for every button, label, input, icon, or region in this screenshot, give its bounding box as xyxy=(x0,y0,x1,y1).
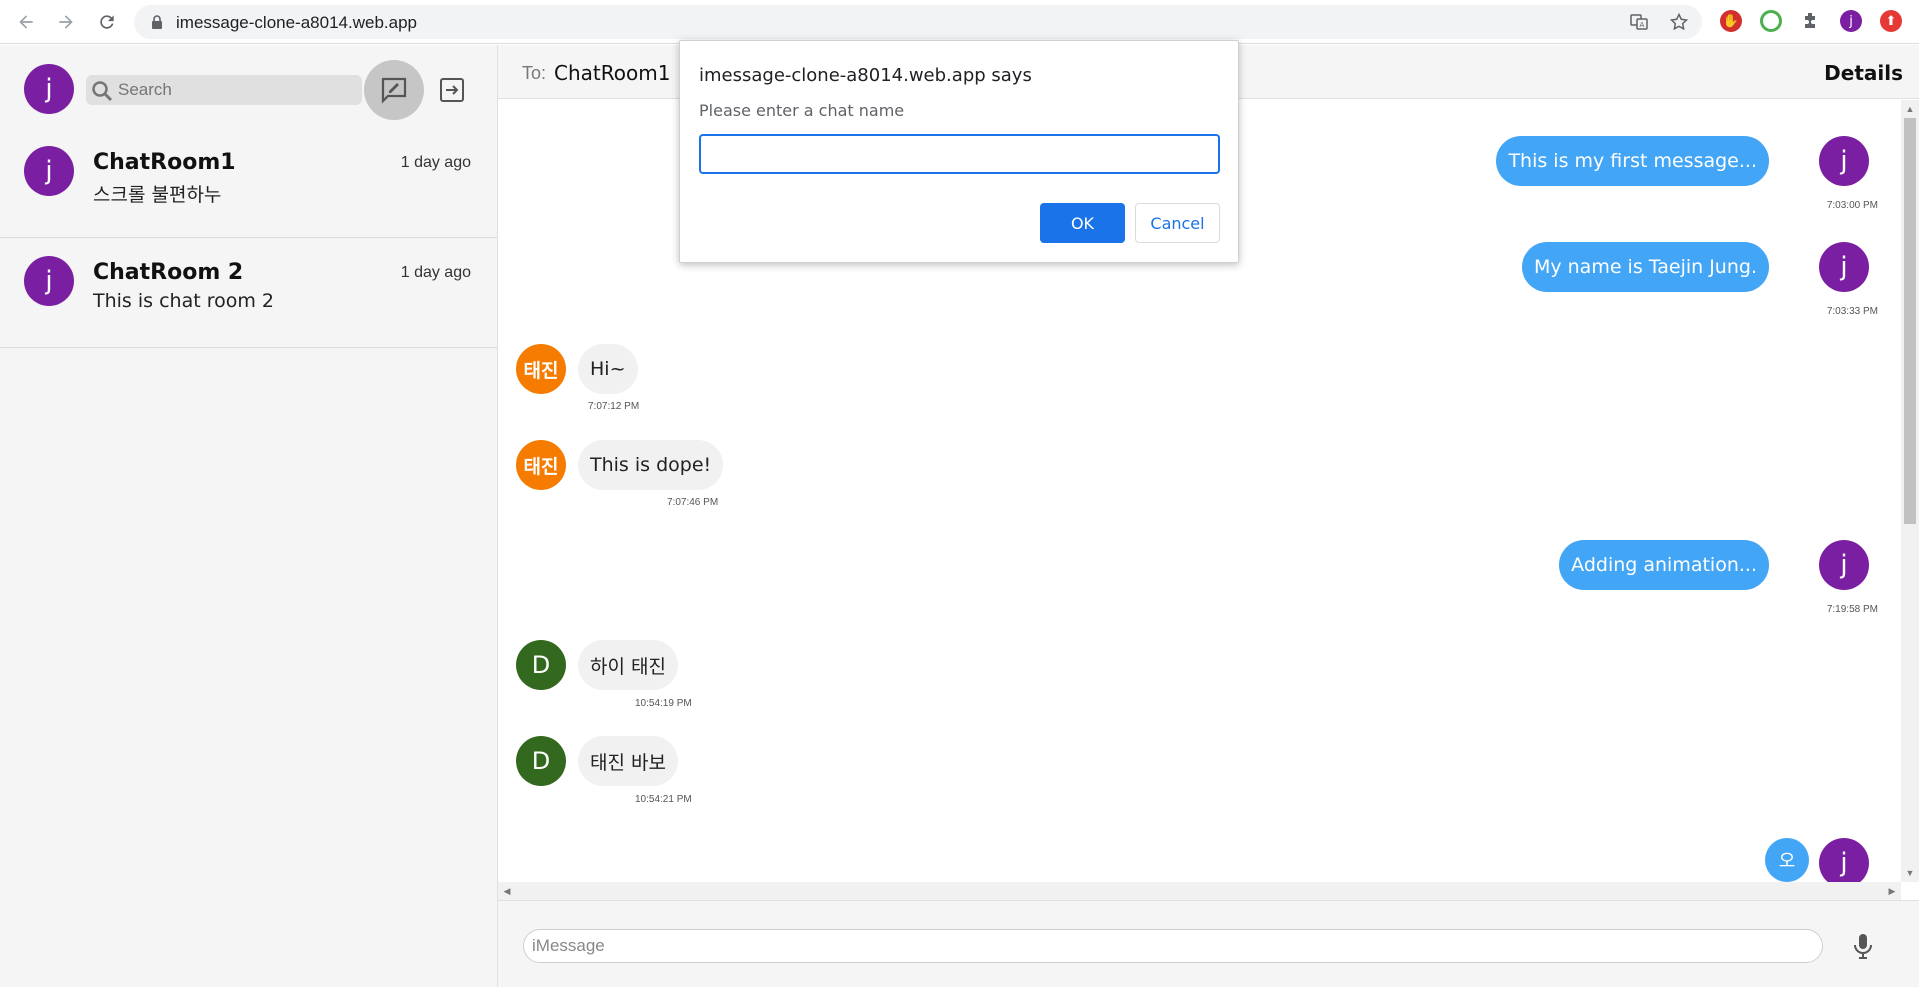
message-timestamp: 10:54:19 PM xyxy=(635,698,692,709)
scroll-down-icon[interactable]: ▼ xyxy=(1901,864,1919,882)
compose-icon xyxy=(381,77,407,104)
search-box[interactable] xyxy=(86,75,362,105)
microphone-button[interactable] xyxy=(1849,932,1877,960)
message-bubble: My name is Taejin Jung. xyxy=(1521,242,1769,292)
message-composer xyxy=(498,900,1919,987)
chat-name: ChatRoom 2 xyxy=(93,260,244,285)
message-avatar: 태진 xyxy=(516,344,566,394)
message-bubble: This is my first message... xyxy=(1496,136,1769,186)
message-avatar: D xyxy=(516,640,566,690)
adblock-extension-icon[interactable]: ✋ xyxy=(1720,10,1742,32)
scroll-up-icon[interactable]: ▲ xyxy=(1901,100,1919,118)
dialog-title: imessage-clone-a8014.web.app says xyxy=(699,65,1032,86)
url-text: imessage-clone-a8014.web.app xyxy=(176,13,417,32)
exit-icon xyxy=(440,78,464,102)
scroll-right-icon[interactable]: ▶ xyxy=(1883,882,1901,900)
message-bubble: 태진 바보 xyxy=(578,736,678,786)
chat-name: ChatRoom1 xyxy=(93,150,236,175)
puzzle-icon[interactable] xyxy=(1800,10,1822,32)
microphone-icon xyxy=(1854,934,1872,959)
message-timestamp: 10:54:21 PM xyxy=(635,794,692,805)
chat-list-item[interactable]: j ChatRoom 2 1 day ago This is chat room… xyxy=(0,238,497,348)
chat-preview: This is chat room 2 xyxy=(93,290,274,312)
dialog-message: Please enter a chat name xyxy=(699,101,905,120)
color-extension-icon[interactable] xyxy=(1760,10,1782,32)
upload-extension-icon[interactable]: ⬆ xyxy=(1880,10,1902,32)
message-bubble: Hi~ xyxy=(578,344,638,394)
vertical-scrollbar[interactable]: ▲ ▼ xyxy=(1901,100,1919,882)
ok-button[interactable]: OK xyxy=(1040,203,1125,243)
message-bubble: 오 xyxy=(1765,838,1809,882)
new-chat-button[interactable] xyxy=(364,60,424,120)
message-avatar: D xyxy=(516,736,566,786)
message-input[interactable] xyxy=(523,929,1823,963)
horizontal-scrollbar[interactable]: ◀ ▶ xyxy=(498,882,1901,900)
user-avatar[interactable]: j xyxy=(24,64,74,114)
chat-avatar: j xyxy=(24,256,74,306)
recipient-name: ChatRoom1 xyxy=(554,61,671,85)
forward-icon[interactable] xyxy=(54,10,78,34)
message-timestamp: 7:03:33 PM xyxy=(1826,306,1878,317)
message-timestamp: 7:03:00 PM xyxy=(1826,200,1878,211)
logout-button[interactable] xyxy=(438,76,466,104)
svg-text:A: A xyxy=(1640,21,1645,29)
prompt-dialog: imessage-clone-a8014.web.app says Please… xyxy=(679,40,1239,263)
chat-time: 1 day ago xyxy=(400,154,471,171)
profile-avatar[interactable]: j xyxy=(1840,10,1862,32)
message-avatar: j xyxy=(1819,242,1869,292)
search-input[interactable] xyxy=(118,79,354,101)
message-timestamp: 7:07:12 PM xyxy=(588,401,640,412)
message-avatar: 태진 xyxy=(516,440,566,490)
reload-icon[interactable] xyxy=(95,10,119,34)
address-bar[interactable]: imessage-clone-a8014.web.app A xyxy=(134,5,1702,39)
search-icon xyxy=(92,81,113,102)
details-button[interactable]: Details xyxy=(1824,61,1903,85)
message-avatar: j xyxy=(1819,136,1869,186)
star-icon[interactable] xyxy=(1670,13,1688,31)
message-bubble: 하이 태진 xyxy=(578,640,678,690)
chat-name-input[interactable] xyxy=(699,134,1220,174)
translate-icon[interactable]: A xyxy=(1630,13,1648,31)
message-avatar: j xyxy=(1819,838,1869,882)
chat-time: 1 day ago xyxy=(400,264,471,281)
chat-preview: 스크롤 불편하누 xyxy=(93,184,222,206)
browser-toolbar: imessage-clone-a8014.web.app A ✋ j ⬆ xyxy=(0,0,1919,44)
to-label: To: xyxy=(522,63,547,83)
sidebar: j j ChatRoom1 1 day ago 스크롤 불편하누 j ChatR… xyxy=(0,45,498,987)
scroll-left-icon[interactable]: ◀ xyxy=(498,882,516,900)
message-bubble: This is dope! xyxy=(578,440,724,490)
scrollbar-thumb[interactable] xyxy=(1904,118,1916,524)
message-timestamp: 7:07:46 PM xyxy=(667,497,719,508)
message-avatar: j xyxy=(1819,540,1869,590)
chat-avatar: j xyxy=(24,146,74,196)
back-icon[interactable] xyxy=(14,10,38,34)
message-timestamp: 7:19:58 PM xyxy=(1826,604,1878,615)
chat-list-item[interactable]: j ChatRoom1 1 day ago 스크롤 불편하누 xyxy=(0,128,497,238)
lock-icon xyxy=(152,15,162,29)
message-bubble: Adding animation... xyxy=(1559,540,1769,590)
cancel-button[interactable]: Cancel xyxy=(1135,203,1220,243)
